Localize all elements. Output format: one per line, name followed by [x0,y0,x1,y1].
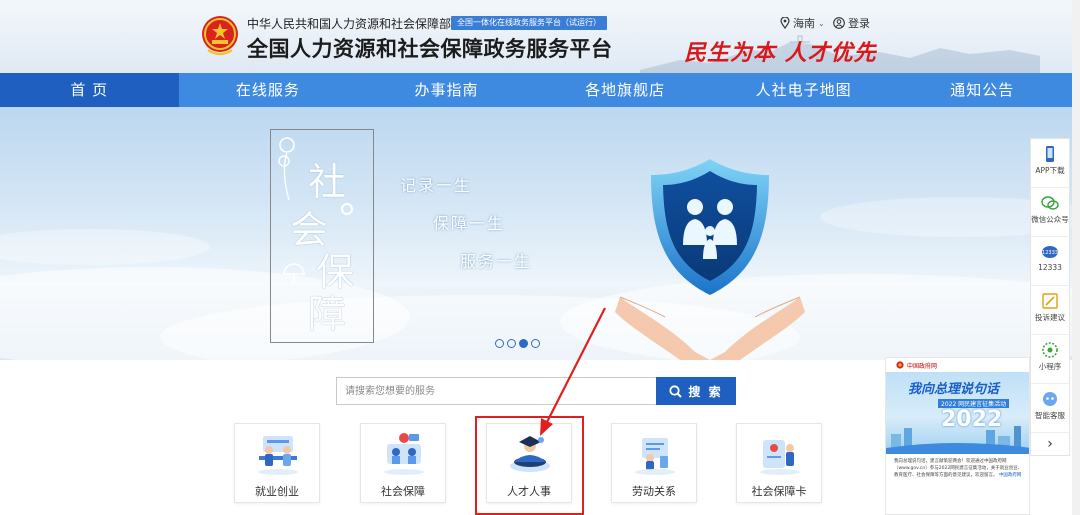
popup-source: 中国政府网 [886,358,1029,372]
search-button[interactable]: 搜 索 [656,377,736,405]
side-label: 投诉建议 [1035,313,1065,322]
nav-item-5[interactable]: 人社电子地图 [714,73,893,107]
region-selector[interactable]: 海南 ⌄ [780,15,825,31]
side-toolbar: APP下载 微信公众号 12333 12333 投诉建议 小程序 智能客服 › [1030,138,1070,456]
side-label: 12333 [1038,263,1062,272]
slogan: 民生为本 人才优先 [684,40,877,66]
nav-item-3[interactable]: 办事指南 [357,73,536,107]
ministry-name: 中华人民共和国人力资源和社会保障部 [247,17,452,31]
nav-item-6[interactable]: 通知公告 [893,73,1072,107]
banner-line-2: 保障一生 [433,214,506,233]
nav-item-2[interactable]: 在线服务 [179,73,358,107]
service-label: 就业创业 [255,485,299,498]
banner-char-1: 社 [308,160,347,204]
location-pin-icon [780,17,790,29]
user-icon [833,17,845,29]
hotline-button[interactable]: 12333 12333 [1031,243,1069,286]
flower-ornament-icon [278,137,295,201]
collapse-arrow-icon[interactable]: › [1031,433,1069,455]
search-icon [669,384,683,398]
security-card-icon [760,440,800,475]
umbrella-icon [283,263,305,285]
hero-banner[interactable]: 社 会 保 障 记录一生 保障一生 服务一生 [0,107,1072,360]
complaint-button[interactable]: 投诉建议 [1031,292,1069,335]
cloud-sea-background [0,197,1072,360]
employment-icon [258,436,298,475]
service-card-social-security[interactable]: 社会保障 [360,423,446,503]
edit-icon [1042,293,1058,309]
social-security-icon [384,433,424,475]
carousel-dot[interactable] [495,339,504,348]
carousel-dot[interactable] [531,339,540,348]
login-link[interactable]: 登录 [833,15,870,31]
service-card-security-card[interactable]: 社会保障卡 [736,423,822,503]
miniprogram-button[interactable]: 小程序 [1031,341,1069,384]
popup-banner-image: 我向总理说句话 2022 网民建言征集活动 2022 [886,372,1029,454]
side-label: 微信公众号 [1031,215,1069,224]
carousel-dot[interactable] [507,339,516,348]
wechat-icon [1041,196,1059,210]
platform-badge: 全国一体化在线政务服务平台（试运行） [451,16,607,30]
svg-text:12333: 12333 [1042,250,1058,256]
labor-relations-icon [635,438,675,475]
service-card-labor-relations[interactable]: 劳动关系 [611,423,697,503]
region-label: 海南 [793,17,815,30]
service-card-employment[interactable]: 就业创业 [234,423,320,503]
side-label: 智能客服 [1035,411,1065,420]
carousel-dot[interactable] [519,339,528,348]
header: 中华人民共和国人力资源和社会保障部 全国一体化在线政务服务平台（试运行） 全国人… [0,0,1080,73]
chevron-down-icon: ⌄ [818,18,825,28]
search-bar: 搜 索 [336,377,736,405]
search-input[interactable] [336,377,656,405]
news-popup[interactable]: 中国政府网 我向总理说句话 2022 网民建言征集活动 2022 我向总理说句话… [885,357,1030,515]
banner-line-3: 服务一生 [460,252,533,271]
hotline-icon: 12333 [1042,246,1058,258]
side-label: 小程序 [1038,362,1062,371]
page: 中华人民共和国人力资源和社会保障部 全国一体化在线政务服务平台（试运行） 全国人… [0,0,1080,515]
popup-body: 我向总理说句话，建言献策迎两会！欢迎通过中国政府网（www.gov.cn）参与2… [894,458,1024,479]
hands-icon [615,296,805,360]
app-download-button[interactable]: APP下载 [1031,145,1069,188]
popup-year: 2022 [941,407,1003,432]
popup-link[interactable]: 中国政府网 [999,473,1022,478]
popup-source-label: 中国政府网 [907,362,938,370]
popup-headline: 我向总理说句话 [908,382,1000,397]
nav-item-4[interactable]: 各地旗舰店 [536,73,715,107]
carousel-dots [495,339,540,348]
nav-item-1[interactable]: 首 页 [0,73,179,107]
national-emblem-icon [202,16,238,56]
page-scrollbar[interactable] [1072,0,1080,515]
miniprogram-icon [1042,342,1058,358]
login-label: 登录 [848,17,870,30]
side-label: APP下载 [1035,166,1065,175]
gov-emblem-icon [896,361,904,369]
circle-ornament-icon [341,203,353,215]
site-title: 全国人力资源和社会保障政务服务平台 [247,37,613,61]
banner-line-1: 记录一生 [400,176,473,195]
service-label: 劳动关系 [632,485,676,498]
banner-char-4: 障 [308,292,347,336]
service-label: 社会保障 [381,485,425,498]
service-label: 社会保障卡 [751,485,807,498]
highlight-box [475,416,584,515]
ai-service-button[interactable]: 智能客服 [1031,390,1069,433]
main-nav: 首 页在线服务 办事指南 各地旗舰店 人社电子地图 通知公告 [0,73,1072,107]
wechat-button[interactable]: 微信公众号 [1031,194,1069,237]
search-button-label: 搜 索 [688,384,723,399]
phone-icon [1046,146,1054,162]
robot-icon [1043,392,1057,406]
